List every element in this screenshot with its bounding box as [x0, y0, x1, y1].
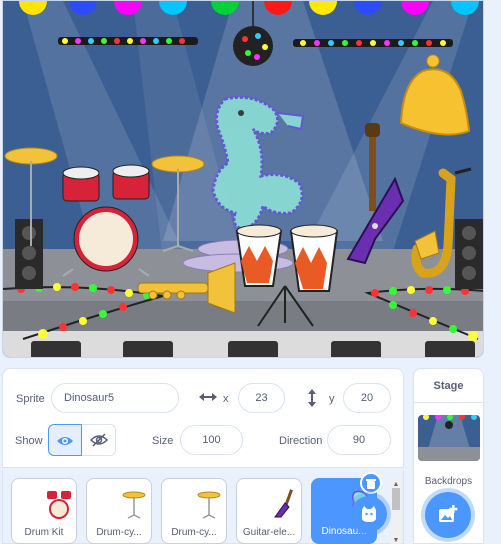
scrollbar-thumb[interactable] — [392, 488, 400, 510]
direction-label: Direction — [279, 435, 323, 447]
direction-input[interactable]: 90 — [327, 425, 391, 455]
sprite-name-input[interactable]: Dinosaur5 — [51, 383, 179, 413]
sprite-list-scrollbar[interactable]: ▲ ▼ — [391, 480, 401, 544]
x-position-value: 23 — [255, 392, 268, 404]
sprite-tile[interactable]: Guitar-ele... — [236, 478, 302, 544]
size-input[interactable]: 100 — [180, 425, 243, 455]
x-position-input[interactable]: 23 — [238, 383, 285, 413]
y-position-value: 20 — [360, 392, 374, 404]
y-position-input[interactable]: 20 — [343, 383, 391, 413]
direction-value: 90 — [352, 434, 366, 446]
backdrops-label: Backdrops — [424, 476, 473, 487]
backdrop-thumbnail[interactable] — [418, 415, 480, 461]
y-label: y — [329, 393, 335, 405]
show-hidden-toggle[interactable] — [82, 424, 116, 456]
sprite-tile-name: Guitar-ele... — [242, 527, 296, 538]
size-value: 100 — [202, 434, 221, 446]
sprite-tile-name: Drum-cy... — [171, 527, 217, 538]
show-label: Show — [15, 435, 43, 447]
electric-guitar-icon — [252, 483, 293, 518]
scrollbar-up-arrow[interactable]: ▲ — [391, 480, 401, 488]
x-label: x — [223, 393, 229, 405]
x-arrows-icon — [198, 389, 218, 405]
eye-icon — [56, 434, 74, 446]
sprite-tile[interactable]: Drum-cy... — [86, 478, 152, 544]
stage-canvas[interactable] — [2, 0, 484, 358]
stage-panel-title: Stage — [414, 369, 483, 403]
image-plus-icon — [437, 504, 459, 526]
scrollbar-down-arrow[interactable]: ▼ — [391, 536, 401, 544]
show-visible-toggle[interactable] — [48, 424, 82, 456]
y-arrows-icon — [305, 388, 319, 408]
stage-target-panel[interactable]: Stage Backdrops — [413, 368, 484, 544]
sprite-tile-name: Drum Kit — [24, 527, 64, 538]
speaker-right — [455, 219, 483, 289]
sprite-name-value: Dinosaur5 — [64, 392, 115, 404]
delete-sprite-button[interactable] — [360, 472, 382, 494]
speaker-left — [15, 219, 43, 289]
sprite-tile[interactable]: Drum-cy... — [161, 478, 227, 544]
drum-kit-icon — [27, 483, 71, 519]
eye-slash-icon — [89, 433, 108, 447]
choose-sprite-button[interactable] — [351, 496, 387, 532]
cat-plus-icon — [359, 504, 379, 524]
size-label: Size — [152, 435, 174, 447]
trash-icon — [365, 477, 377, 489]
cymbal-icon — [177, 483, 221, 519]
cymbal-icon — [102, 483, 146, 519]
sprite-tile-name: Drum-cy... — [96, 527, 142, 538]
sprite-label: Sprite — [16, 393, 45, 405]
sprite-tile[interactable]: Drum Kit — [11, 478, 77, 544]
choose-backdrop-button[interactable] — [425, 492, 471, 538]
